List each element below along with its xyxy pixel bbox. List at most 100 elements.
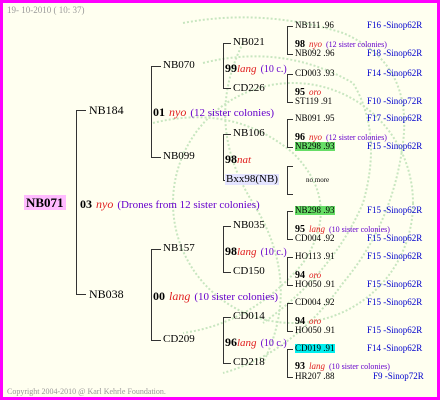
gen1-top-name[interactable]: NB184	[89, 104, 124, 116]
gen3-cd218-race: lang	[309, 361, 326, 371]
connector-cd218	[287, 349, 288, 377]
root-queen-year: 03	[80, 197, 92, 211]
gen1-top-year: 01	[153, 105, 165, 119]
leaf-source: F15 -Sinop62R	[367, 251, 423, 261]
connector-root-bottom	[76, 294, 86, 295]
leaf-source: F15 -Sinop62R	[367, 325, 423, 335]
gen2-nb099-info: 98nat	[225, 151, 251, 167]
connector-nb038-top	[151, 249, 161, 250]
gen2-nb157-note: (10 c.)	[260, 247, 287, 258]
gen2-nb070-name[interactable]: NB070	[163, 60, 195, 71]
connector-nb038-bottom	[151, 340, 161, 341]
gen2-cd209-note: (10 c.)	[260, 338, 287, 349]
leaf-source: F18 -Sinop62R	[367, 48, 423, 58]
connector-cd014-bottom	[287, 331, 293, 332]
connector-bxx98-top	[287, 166, 293, 167]
connector-nb021	[287, 26, 288, 54]
gen2-nb099-race: nat	[237, 154, 252, 166]
connector-nb157-top	[223, 226, 231, 227]
connector-nb157-bottom	[223, 272, 231, 273]
connector-nb035-top	[287, 211, 293, 212]
pedigree-panel: 19- 10-2010 ( 10: 37) Copyright 2004-201…	[0, 0, 440, 400]
gen1-bottom-year: 00	[153, 289, 165, 303]
gen2-nb157-year: 98	[225, 244, 237, 258]
connector-cd150	[287, 257, 288, 285]
connector-nb070	[223, 43, 224, 88]
leaf-id[interactable]: ST119 .91	[295, 97, 332, 106]
timestamp: 19- 10-2010 ( 10: 37)	[7, 5, 85, 15]
leaf-id[interactable]: HO050 .91	[295, 326, 335, 335]
gen2-nb157-name[interactable]: NB157	[163, 243, 195, 254]
connector-cd226	[287, 74, 288, 102]
gen1-bottom-name[interactable]: NB038	[89, 288, 124, 300]
gen3-cd218-note: (10 sister colonies)	[329, 362, 390, 371]
leaf-id[interactable]: CD004 .92	[295, 298, 335, 307]
leaf-source: F15 -Sinop62R	[367, 297, 423, 307]
gen2-nb099-name[interactable]: NB099	[163, 151, 195, 162]
connector-root-top	[76, 110, 86, 111]
connector-nb035-bottom	[287, 239, 293, 240]
gen3-nb021-name[interactable]: NB021	[233, 37, 265, 48]
leaf-id[interactable]: NB111 .96	[295, 21, 334, 30]
copyright-notice: Copyright 2004-2010 @ Karl Kehrle Founda…	[7, 387, 166, 396]
gen2-cd209-name[interactable]: CD209	[163, 334, 195, 345]
gen2-cd209-year: 96	[225, 335, 237, 349]
connector-nb106	[287, 119, 288, 147]
leaf-source: F15 -Sinop62R	[367, 279, 423, 289]
gen2-nb157-info: 98lang (10 c.)	[225, 243, 287, 259]
connector-nb070-top	[223, 43, 231, 44]
leaf-id[interactable]: CD004 .92	[295, 234, 335, 243]
gen3-nb106-name[interactable]: NB106	[233, 128, 265, 139]
leaf-id[interactable]: HO050 .91	[295, 280, 335, 289]
gen3-bxx98-name[interactable]: Bxx98(NB)	[225, 174, 279, 185]
gen3-bxx98-note: no more	[306, 176, 330, 184]
leaf-id-highlighted[interactable]: NB298 .93	[295, 142, 335, 151]
connector-nb021-top	[287, 26, 293, 27]
connector-cd226-top	[287, 74, 293, 75]
gen2-cd209-info: 96lang (10 c.)	[225, 334, 287, 350]
root-race: nyo	[96, 197, 114, 211]
connector-nb099	[223, 134, 224, 180]
root-queen-info: 03 nyo (Drones from 12 sister colonies)	[80, 196, 260, 212]
connector-nb184	[151, 66, 152, 157]
connector-cd218-top	[287, 349, 293, 350]
connector-cd014	[287, 303, 288, 331]
gen3-cd218-name[interactable]: CD218	[233, 357, 265, 368]
connector-cd209-bottom	[223, 363, 231, 364]
leaf-source: F14 -Sinop62R	[367, 343, 423, 353]
gen2-nb070-year: 99	[225, 61, 237, 75]
gen3-cd226-name[interactable]: CD226	[233, 83, 265, 94]
gen3-cd150-name[interactable]: CD150	[233, 266, 265, 277]
connector-bxx98-bottom	[287, 194, 293, 195]
connector-cd226-bottom	[287, 102, 293, 103]
gen2-nb157-race: lang	[237, 246, 257, 258]
connector-nb106-bottom	[287, 147, 293, 148]
connector-cd150-bottom	[287, 285, 293, 286]
gen3-nb035-name[interactable]: NB035	[233, 220, 265, 231]
leaf-id[interactable]: HO113 .91	[295, 252, 335, 261]
gen1-bottom-race: lang	[169, 289, 191, 303]
leaf-id[interactable]: CD003 .93	[295, 69, 335, 78]
connector-nb184-top	[151, 66, 161, 67]
gen2-cd209-race: lang	[237, 337, 257, 349]
leaf-source: F16 -Sinop62R	[367, 20, 423, 30]
leaf-source: F9 -Sinop72R	[373, 371, 424, 381]
leaf-id[interactable]: NB092 .96	[295, 49, 335, 58]
leaf-id[interactable]: NB091 .95	[295, 114, 335, 123]
gen3-cd014-name[interactable]: CD014	[233, 311, 265, 322]
leaf-source: F17 -Sinop62R	[367, 113, 423, 123]
leaf-id-highlighted[interactable]: CD019 .91	[295, 344, 335, 353]
gen1-top-note: (12 sister colonies)	[190, 107, 275, 119]
gen2-nb070-race: lang	[237, 63, 257, 75]
gen1-bottom-info: 00 lang (10 sister colonies)	[153, 288, 278, 304]
leaf-source: F10 -Sinop72R	[367, 96, 423, 106]
connector-bxx98	[287, 166, 288, 194]
leaf-id[interactable]: HR207 .88	[295, 372, 335, 381]
gen1-top-race: nyo	[169, 105, 187, 119]
connector-nb021-bottom	[287, 54, 293, 55]
connector-nb099-top	[223, 134, 231, 135]
connector-nb070-bottom	[223, 88, 231, 89]
root-queen-name[interactable]: NB071	[24, 195, 66, 210]
gen2-nb070-note: (10 c.)	[260, 64, 287, 75]
leaf-id-highlighted[interactable]: NB298 .93	[295, 206, 335, 215]
